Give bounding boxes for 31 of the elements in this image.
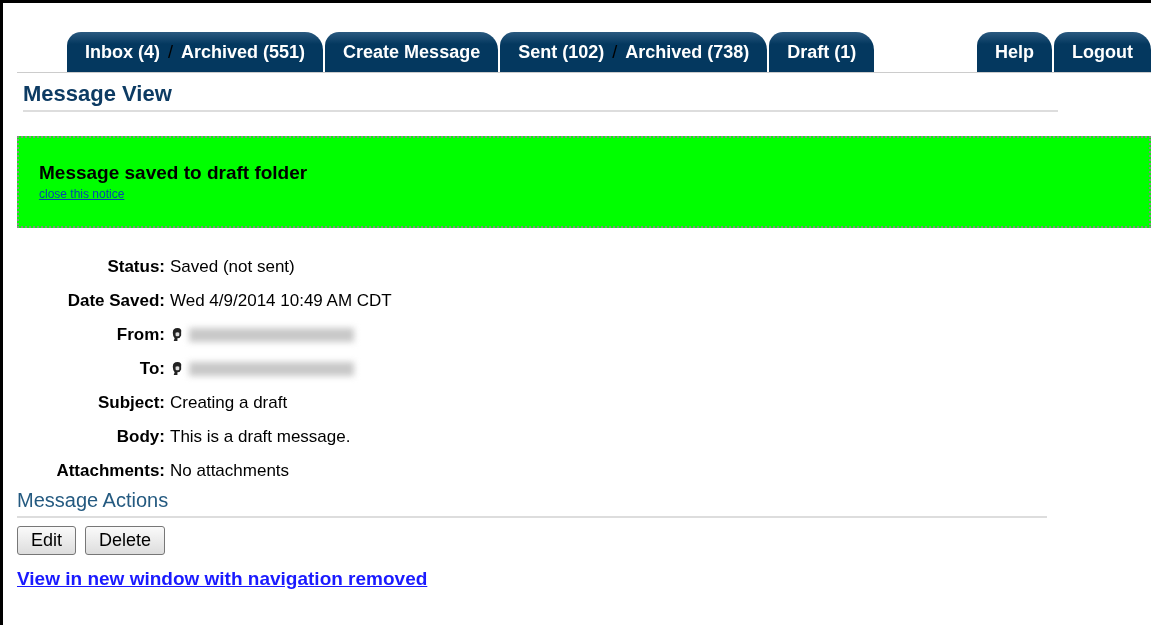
field-value: Creating a draft bbox=[170, 392, 288, 413]
field-value: Saved (not sent) bbox=[170, 256, 295, 277]
tab-separator: / bbox=[612, 42, 618, 63]
user-icon bbox=[170, 361, 183, 376]
tab-link[interactable]: Archived (738) bbox=[625, 42, 750, 63]
field-label: Body: bbox=[115, 426, 165, 447]
section-heading: Message Actions bbox=[17, 489, 1047, 518]
tab-link[interactable]: Draft (1) bbox=[787, 42, 857, 63]
tab-link[interactable]: Inbox (4) bbox=[85, 42, 160, 63]
action-button[interactable]: Delete bbox=[85, 526, 166, 555]
tab-link[interactable]: Create Message bbox=[343, 42, 481, 63]
close-notice-link[interactable]: close this notice bbox=[39, 187, 125, 201]
page-heading: Message View bbox=[23, 81, 1058, 112]
action-button[interactable]: Edit bbox=[17, 526, 77, 555]
user-icon bbox=[170, 327, 183, 342]
field-value: This is a draft message. bbox=[170, 426, 351, 447]
view-new-window-link[interactable]: View in new window with navigation removed bbox=[17, 568, 428, 590]
field-label: Subject: bbox=[96, 392, 165, 413]
tab-separator: / bbox=[168, 42, 173, 63]
field-label: Attachments: bbox=[55, 460, 165, 481]
field-value: Wed 4/9/2014 10:49 AM CDT bbox=[170, 290, 392, 311]
field-label: To: bbox=[138, 358, 165, 379]
tab-link[interactable]: Sent (102) bbox=[518, 42, 605, 63]
field-label: Status: bbox=[106, 256, 165, 277]
nav-tab[interactable]: Help bbox=[977, 32, 1052, 72]
field-label: From: bbox=[115, 324, 165, 345]
nav-tab[interactable]: Logout bbox=[1054, 32, 1151, 72]
field-label: Date Saved: bbox=[66, 290, 165, 311]
tab-link[interactable]: Archived (551) bbox=[181, 42, 306, 63]
notice-message: Message saved to draft folder bbox=[39, 162, 309, 184]
field-value: No attachments bbox=[170, 460, 290, 481]
